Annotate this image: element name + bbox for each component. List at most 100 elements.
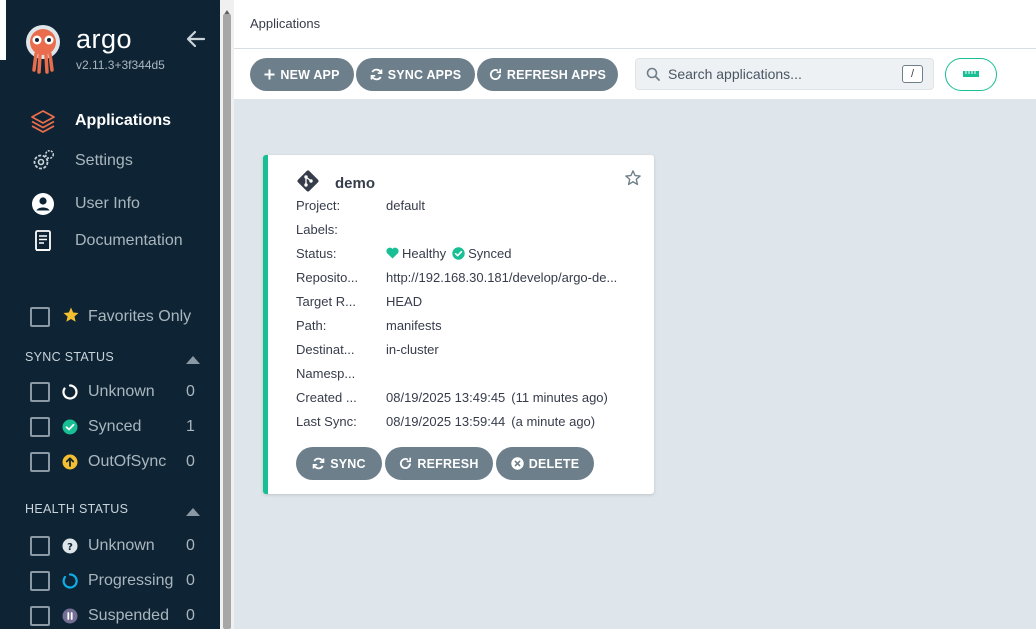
argo-logo-icon	[22, 24, 64, 76]
sidebar-item-label: Documentation	[75, 232, 183, 249]
svg-text:?: ?	[67, 542, 73, 553]
layers-icon	[30, 108, 56, 134]
app-card[interactable]: demo Project: default Labels: Status: He…	[263, 155, 654, 494]
question-circle-icon: ?	[62, 538, 78, 554]
filter-label: Suspended	[88, 606, 169, 624]
new-app-label: NEW APP	[280, 67, 340, 82]
brand-name: argo	[76, 24, 133, 54]
app-name[interactable]: demo	[335, 175, 375, 192]
row-key: Labels:	[296, 221, 338, 237]
page-title: Applications	[250, 16, 321, 31]
sidebar-item-label: Settings	[75, 152, 133, 169]
row-key: Namesp...	[296, 365, 356, 381]
gears-icon	[30, 148, 56, 174]
new-app-button[interactable]: NEW APP	[250, 58, 354, 91]
brand-version: v2.11.3+3f344d5	[76, 58, 165, 72]
row-key: Path:	[296, 317, 327, 333]
row-key: Status:	[296, 245, 337, 261]
health-status-title: HEALTH STATUS	[25, 502, 129, 516]
filter-checkbox[interactable]	[30, 535, 50, 556]
filter-count: 0	[186, 606, 195, 624]
filter-checkbox[interactable]	[30, 451, 50, 472]
refresh-label: REFRESH	[417, 456, 479, 471]
health-filter-suspended[interactable]: Suspended 0	[0, 598, 220, 629]
collapse-sidebar-button[interactable]	[185, 28, 207, 50]
user-circle-icon	[30, 191, 56, 217]
check-circle-icon	[62, 419, 78, 435]
filter-checkbox[interactable]	[30, 416, 50, 437]
brand: argo v2.11.3+3f344d5	[22, 24, 165, 76]
view-toggle-button[interactable]	[945, 58, 997, 91]
redo-icon	[489, 68, 502, 81]
search-shortcut-key: /	[902, 65, 923, 83]
filter-label: Progressing	[88, 571, 174, 589]
refresh-apps-button[interactable]: REFRESH APPS	[477, 58, 618, 91]
sync-apps-button[interactable]: SYNC APPS	[356, 58, 475, 91]
check-circle-icon	[452, 246, 465, 260]
pause-circle-icon	[62, 608, 78, 624]
filters-panel: Favorites Only SYNC STATUS Unknown 0 Syn…	[0, 302, 220, 629]
redo-icon	[399, 457, 412, 470]
sync-status-title: SYNC STATUS	[25, 350, 114, 364]
row-labels: Labels:	[296, 217, 631, 241]
sync-filter-outofsync[interactable]: OutOfSync 0	[0, 444, 220, 479]
search-input[interactable]	[668, 66, 888, 82]
row-last-sync: Last Sync: 08/19/2025 13:59:44 (a minute…	[296, 409, 631, 433]
row-value: http://192.168.30.181/develop/argo-de...	[386, 269, 618, 285]
sidebar-item-settings[interactable]: Settings	[0, 138, 220, 184]
sync-label: SYNC	[330, 456, 366, 471]
row-key: Reposito...	[296, 269, 359, 285]
progress-circle-icon	[62, 572, 78, 589]
book-icon	[30, 228, 56, 254]
circle-notch-icon	[62, 383, 78, 400]
health-status-value: Healthy	[402, 245, 447, 261]
favorites-checkbox[interactable]	[30, 307, 50, 327]
top-bar: Applications	[234, 0, 1036, 49]
caret-up-icon[interactable]	[186, 505, 200, 519]
sidebar-item-label: Applications	[75, 112, 172, 129]
sidebar-scrollbar[interactable]	[220, 0, 234, 629]
times-circle-icon	[511, 457, 524, 470]
row-repository: Reposito... http://192.168.30.181/develo…	[296, 265, 631, 289]
filter-count: 0	[186, 571, 195, 589]
row-created: Created ... 08/19/2025 13:49:45 (11 minu…	[296, 385, 631, 409]
sidebar-item-user-info[interactable]: User Info	[0, 184, 220, 224]
sync-icon	[370, 68, 383, 81]
created-relative: (11 minutes ago)	[511, 389, 608, 405]
delete-button[interactable]: DELETE	[496, 447, 594, 480]
row-target-revision: Target R... HEAD	[296, 289, 631, 313]
app-details: Project: default Labels: Status: Healthy	[296, 193, 631, 433]
ruler-icon	[962, 66, 980, 84]
filter-checkbox[interactable]	[30, 381, 50, 402]
search-box[interactable]: /	[635, 58, 934, 90]
row-value: default	[386, 197, 426, 213]
sync-filter-synced[interactable]: Synced 1	[0, 409, 220, 444]
sidebar-item-applications[interactable]: Applications	[0, 104, 220, 138]
filter-label: Unknown	[88, 536, 155, 554]
sync-button[interactable]: SYNC	[296, 447, 382, 480]
health-status-header: HEALTH STATUS	[0, 495, 220, 523]
favorites-only-filter[interactable]: Favorites Only	[0, 302, 220, 332]
filter-checkbox[interactable]	[30, 570, 50, 591]
sidebar-top-strip	[0, 0, 6, 60]
sidebar-nav: Applications Settings User Info Document…	[0, 104, 220, 258]
row-key: Project:	[296, 197, 341, 213]
health-filter-unknown[interactable]: ? Unknown 0	[0, 528, 220, 563]
row-value: in-cluster	[386, 341, 439, 357]
caret-up-icon[interactable]	[186, 353, 200, 367]
filter-count: 0	[186, 382, 195, 400]
sync-status-header: SYNC STATUS	[0, 343, 220, 371]
sidebar-item-documentation[interactable]: Documentation	[0, 224, 220, 258]
scrollbar-thumb[interactable]	[223, 14, 231, 629]
favorite-star-icon[interactable]	[624, 169, 642, 192]
row-destination: Destinat... in-cluster	[296, 337, 631, 361]
arrow-left-icon	[186, 30, 206, 48]
filter-label: OutOfSync	[88, 452, 167, 470]
sync-filter-unknown[interactable]: Unknown 0	[0, 374, 220, 409]
main-content: Applications NEW APP SYNC APPS REFRESH A…	[234, 0, 1036, 629]
sync-apps-label: SYNC APPS	[387, 67, 462, 82]
filter-label: Synced	[88, 417, 142, 435]
refresh-button[interactable]: REFRESH	[385, 447, 493, 480]
health-filter-progressing[interactable]: Progressing 0	[0, 563, 220, 598]
filter-checkbox[interactable]	[30, 605, 50, 626]
